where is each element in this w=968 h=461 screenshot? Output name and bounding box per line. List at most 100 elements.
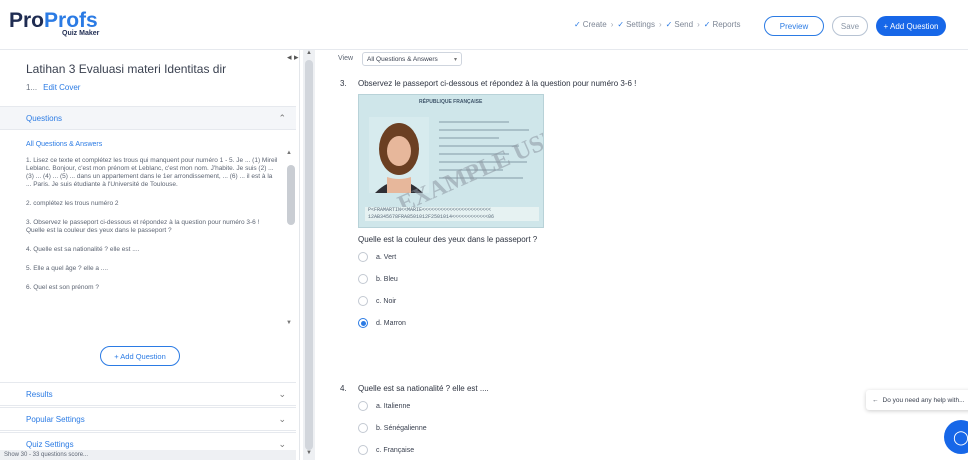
scrollbar-thumb[interactable] (287, 165, 295, 225)
radio-button[interactable] (358, 445, 368, 455)
chevron-down-icon: ⌄ (278, 439, 286, 449)
back-arrow-icon: ← (872, 396, 879, 404)
list-item[interactable]: 2. complétez les trous numéro 2 (26, 200, 278, 208)
list-item[interactable]: 6. Quel est son prénom ? (26, 284, 278, 292)
preview-button[interactable]: Preview (764, 16, 824, 36)
passport-mrz: P<FRAMARTIN<<MARIE<<<<<<<<<<<<<<<<<<<<<<… (365, 207, 539, 221)
question-number: 4. (340, 384, 347, 393)
logo-text-profs: Profs (44, 9, 98, 32)
wizard-steps: ✓ Create › ✓ Settings › ✓ Send › ✓ Reports (574, 20, 740, 29)
option-label: a. Vert (376, 253, 397, 261)
scroll-up-icon[interactable]: ▲ (286, 150, 292, 156)
answer-option-correct[interactable]: d. Marron (358, 312, 406, 334)
chevron-down-icon: ⌄ (278, 389, 286, 399)
answer-option[interactable]: a. Italienne (358, 395, 427, 417)
results-section-header[interactable]: Results ⌄ (0, 382, 296, 406)
scroll-up-icon[interactable]: ▲ (306, 50, 312, 56)
radio-button-selected[interactable] (358, 318, 368, 328)
section-label: Questions (26, 113, 63, 123)
step-separator: › (659, 20, 662, 29)
help-popup-text: Do you need any help with... (882, 396, 965, 404)
step-separator: › (610, 20, 614, 29)
mrz-line: 12AB345678FRA8501012F2501014<<<<<<<<<<<<… (368, 214, 495, 220)
sidebar-add-question-button[interactable]: + Add Question (100, 346, 180, 366)
list-item[interactable]: 3. Observez le passeport ci-dessous et r… (26, 219, 278, 235)
answer-option[interactable]: c. Noir (358, 290, 406, 312)
step-label: Settings (626, 20, 655, 29)
question-text[interactable]: Quelle est sa nationalité ? elle est ...… (358, 384, 489, 393)
quiz-subtitle-text: 1... (26, 83, 38, 92)
check-icon: ✓ (574, 20, 581, 29)
answer-option[interactable]: b. Bleu (358, 268, 406, 290)
check-icon: ✓ (617, 20, 625, 29)
chevron-up-icon: ⌃ (278, 113, 286, 123)
section-label: Quiz Settings (26, 439, 74, 449)
add-question-button[interactable]: + Add Question (876, 16, 946, 36)
radio-button[interactable] (358, 252, 368, 262)
option-label: c. Noir (376, 297, 397, 305)
radio-button[interactable] (358, 296, 368, 306)
list-item[interactable]: 1. Lisez ce texte et complétez les trous… (26, 157, 278, 189)
passport-image: RÉPUBLIQUE FRANÇAISE EXAMPLE USE ONLY P<… (358, 94, 544, 228)
option-label: c. Française (376, 446, 415, 454)
proprofs-logo[interactable]: ProProfs Quiz Maker (9, 9, 99, 37)
passport-header: RÉPUBLIQUE FRANÇAISE (419, 99, 483, 105)
popular-settings-section-header[interactable]: Popular Settings ⌄ (0, 407, 296, 431)
edit-cover-link[interactable]: Edit Cover (43, 83, 80, 92)
option-label: b. Sénégalienne (376, 424, 427, 432)
all-questions-link[interactable]: All Questions & Answers (26, 141, 102, 148)
answer-option[interactable]: a. Vert (358, 246, 406, 268)
answer-options: a. Vert b. Bleu c. Noir d. Marron (358, 246, 406, 334)
logo-subtitle: Quiz Maker (62, 30, 100, 37)
chevron-down-icon: ▾ (453, 57, 457, 63)
answer-option[interactable]: b. Sénégalienne (358, 417, 427, 439)
view-label: View (338, 55, 354, 62)
step-label: Create (582, 20, 607, 29)
step-separator: › (697, 20, 700, 29)
main-scrollbar[interactable]: ▲ ▼ (303, 50, 315, 460)
option-label: d. Marron (376, 319, 406, 327)
scroll-down-icon[interactable]: ▼ (306, 450, 312, 456)
section-label: Popular Settings (26, 414, 85, 424)
option-label: a. Italienne (376, 402, 411, 410)
passport-field (439, 129, 529, 131)
help-popup[interactable]: ← Do you need any help with... (866, 390, 968, 410)
step-send[interactable]: ✓ Send (666, 20, 693, 29)
section-label: Results (26, 389, 53, 399)
chevron-down-icon: ⌄ (278, 414, 286, 424)
passport-field (439, 137, 499, 139)
question-list-scrollbar[interactable]: ▲ ▼ (286, 150, 295, 330)
check-icon: ✓ (665, 20, 673, 29)
step-create[interactable]: ✓ Create (574, 20, 607, 29)
question-list: 1. Lisez ce texte et complétez les trous… (26, 157, 278, 303)
quiz-subtitle: 1... Edit Cover (26, 83, 80, 92)
list-item[interactable]: 4. Quelle est sa nationalité ? elle est … (26, 246, 278, 254)
quiz-title[interactable]: Latihan 3 Evaluasi materi Identitas dir (26, 62, 226, 76)
subquestion-text[interactable]: Quelle est la couleur des yeux dans le p… (358, 235, 537, 244)
scroll-down-icon[interactable]: ▼ (286, 320, 292, 326)
view-select-value: All Questions & Answers (367, 55, 438, 63)
collapse-sidebar-icon[interactable]: ◂ ▸ (287, 52, 299, 63)
step-label: Reports (712, 20, 741, 29)
view-select[interactable]: All Questions & Answers ▾ (362, 52, 462, 66)
status-bar: Show 30 - 33 questions score... (0, 450, 296, 460)
answer-option[interactable]: c. Française (358, 439, 427, 461)
step-reports[interactable]: ✓ Reports (704, 20, 741, 29)
logo-text-pro: Pro (9, 9, 45, 32)
radio-button[interactable] (358, 274, 368, 284)
scrollbar-thumb[interactable] (305, 60, 313, 450)
mrz-line: P<FRAMARTIN<<MARIE<<<<<<<<<<<<<<<<<<<<<<… (368, 207, 492, 213)
questions-section-header[interactable]: Questions ⌃ (0, 106, 296, 130)
list-item[interactable]: 5. Elle a quel âge ? elle a .... (26, 265, 278, 273)
save-button[interactable]: Save (832, 16, 868, 36)
top-bar: ProProfs Quiz Maker ✓ Create › ✓ Settings … (0, 0, 968, 50)
option-label: b. Bleu (376, 275, 398, 283)
answer-options: a. Italienne b. Sénégalienne c. Français… (358, 395, 427, 461)
question-text[interactable]: Observez le passeport ci-dessous et répo… (358, 79, 636, 88)
radio-button[interactable] (358, 401, 368, 411)
check-icon: ✓ (703, 20, 711, 29)
radio-button[interactable] (358, 423, 368, 433)
step-settings[interactable]: ✓ Settings (617, 20, 655, 29)
question-number: 3. (340, 79, 347, 88)
step-label: Send (674, 20, 694, 29)
